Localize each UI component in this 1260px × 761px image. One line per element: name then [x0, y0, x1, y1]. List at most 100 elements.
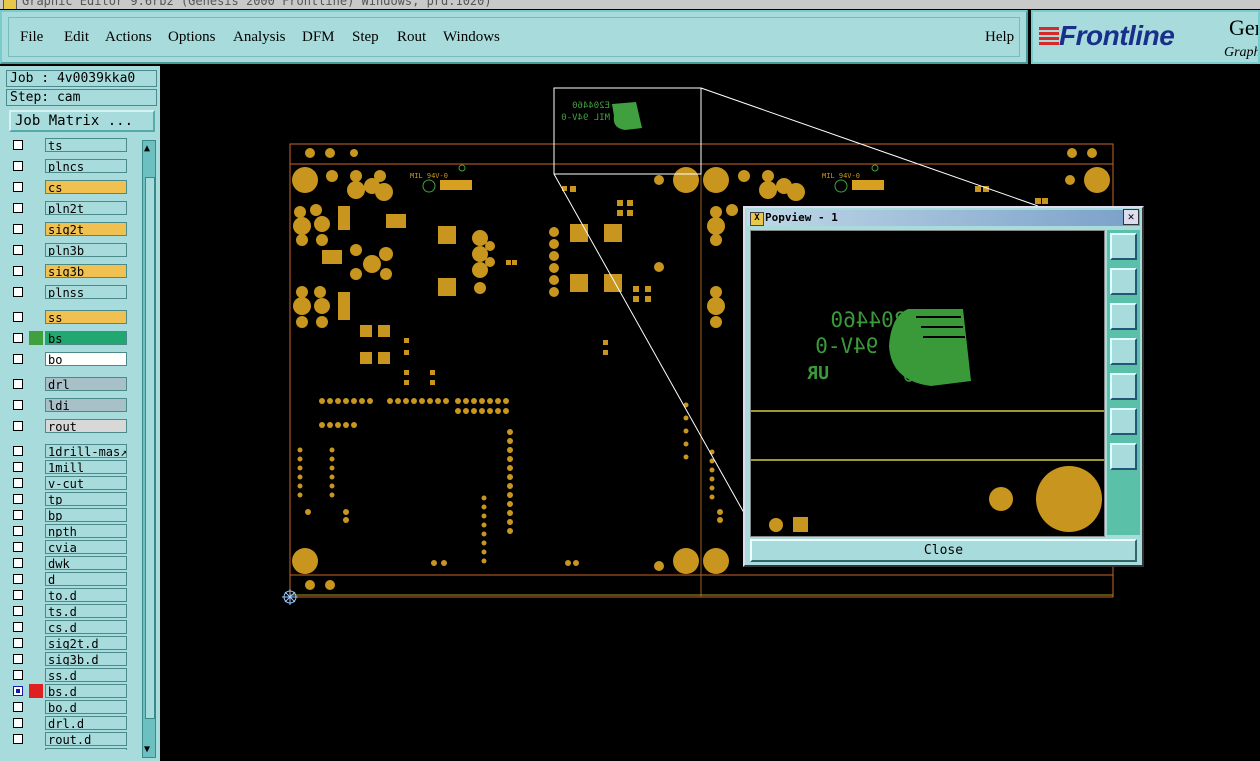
- layer-checkbox[interactable]: [13, 140, 23, 150]
- layer-name[interactable]: drl.d: [45, 716, 127, 730]
- layer-checkbox[interactable]: [13, 400, 23, 410]
- layer-name[interactable]: sig2t.d: [45, 636, 127, 650]
- layer-checkbox[interactable]: [13, 161, 23, 171]
- layer-row[interactable]: rout: [6, 419, 130, 435]
- menu-rout[interactable]: Rout: [397, 29, 426, 46]
- layer-name[interactable]: bo: [45, 352, 127, 366]
- layer-row[interactable]: sig2t: [6, 222, 130, 238]
- layer-checkbox[interactable]: [13, 558, 23, 568]
- scroll-down-icon[interactable]: ▼: [144, 744, 150, 755]
- layer-row[interactable]: 1mill: [6, 460, 130, 476]
- scroll-thumb[interactable]: [145, 177, 155, 719]
- layer-row[interactable]: sig3b.d: [6, 652, 130, 668]
- job-matrix-button[interactable]: Job Matrix ...: [9, 110, 155, 132]
- layer-name[interactable]: drl: [45, 377, 127, 391]
- layer-name[interactable]: to.d: [45, 588, 127, 602]
- menu-file[interactable]: File: [20, 29, 43, 46]
- layer-checkbox[interactable]: [13, 462, 23, 472]
- menu-analysis[interactable]: Analysis: [233, 29, 286, 46]
- layer-checkbox[interactable]: [13, 510, 23, 520]
- layer-row[interactable]: ts: [6, 138, 130, 154]
- layer-row[interactable]: to.d: [6, 588, 130, 604]
- layer-name[interactable]: sig3b: [45, 264, 127, 278]
- layer-name[interactable]: 1drill-mas↗: [45, 444, 127, 458]
- layer-row[interactable]: pln3b: [6, 243, 130, 259]
- layer-name[interactable]: sig3b.d: [45, 652, 127, 666]
- layer-checkbox[interactable]: [13, 702, 23, 712]
- popview-canvas[interactable]: E204460 MIL 94V-0 UR: [750, 230, 1105, 537]
- menu-options[interactable]: Options: [168, 29, 216, 46]
- popview-close-button[interactable]: Close: [750, 539, 1137, 562]
- layer-row[interactable]: pln2t: [6, 201, 130, 217]
- layer-row[interactable]: bo: [6, 352, 130, 368]
- layer-row[interactable]: npth: [6, 524, 130, 540]
- layer-name[interactable]: ldi: [45, 398, 127, 412]
- layer-name[interactable]: plnss: [45, 285, 127, 299]
- layer-checkbox[interactable]: [13, 590, 23, 600]
- layer-name[interactable]: cs.d: [45, 620, 127, 634]
- layer-row[interactable]: cvia: [6, 540, 130, 556]
- layer-row[interactable]: ss.d: [6, 668, 130, 684]
- layer-checkbox[interactable]: [13, 224, 23, 234]
- menu-windows[interactable]: Windows: [443, 29, 500, 46]
- layer-checkbox[interactable]: [13, 654, 23, 664]
- layer-checkbox[interactable]: [13, 718, 23, 728]
- layer-checkbox[interactable]: [13, 421, 23, 431]
- layer-row[interactable]: ss: [6, 310, 130, 326]
- layer-checkbox[interactable]: [13, 333, 23, 343]
- layer-row[interactable]: tp: [6, 492, 130, 508]
- layer-name[interactable]: cvia: [45, 540, 127, 554]
- layer-row[interactable]: sig2t.d: [6, 636, 130, 652]
- layer-row[interactable]: bo.d: [6, 700, 130, 716]
- layer-row[interactable]: ts.d: [6, 604, 130, 620]
- layer-color-swatch[interactable]: [29, 684, 43, 698]
- layer-checkbox[interactable]: [13, 245, 23, 255]
- layer-name[interactable]: rout.d: [45, 732, 127, 746]
- menu-dfm[interactable]: DFM: [302, 29, 335, 46]
- layer-name[interactable]: rout: [45, 419, 127, 433]
- layer-row[interactable]: bs: [6, 331, 130, 347]
- pan-down-icon[interactable]: [1110, 303, 1137, 330]
- layer-row[interactable]: drill-mask↗: [6, 748, 130, 750]
- pan-up-icon[interactable]: [1110, 268, 1137, 295]
- layer-checkbox[interactable]: [13, 542, 23, 552]
- layer-name[interactable]: drill-mask↗: [45, 748, 127, 750]
- layer-row[interactable]: bs.d: [6, 684, 130, 700]
- layer-checkbox[interactable]: [13, 606, 23, 616]
- layer-checkbox[interactable]: [13, 266, 23, 276]
- layer-checkbox[interactable]: [13, 379, 23, 389]
- zoom-in-icon[interactable]: [1110, 408, 1137, 435]
- layer-name[interactable]: d: [45, 572, 127, 586]
- layer-name[interactable]: npth: [45, 524, 127, 538]
- layer-color-swatch[interactable]: [29, 331, 43, 345]
- layer-row[interactable]: bp: [6, 508, 130, 524]
- layer-checkbox[interactable]: [13, 574, 23, 584]
- close-icon[interactable]: ✕: [1123, 209, 1139, 225]
- layer-name[interactable]: tp: [45, 492, 127, 506]
- layer-name[interactable]: 1mill: [45, 460, 127, 474]
- zoom-fit-icon[interactable]: [1110, 233, 1137, 260]
- layer-checkbox[interactable]: [13, 494, 23, 504]
- menu-edit[interactable]: Edit: [64, 29, 89, 46]
- menu-step[interactable]: Step: [352, 29, 379, 46]
- layer-name[interactable]: ts.d: [45, 604, 127, 618]
- layer-checkbox[interactable]: [13, 312, 23, 322]
- layer-name[interactable]: ts: [45, 138, 127, 152]
- layer-checkbox[interactable]: [13, 670, 23, 680]
- scroll-up-icon[interactable]: ▲: [144, 143, 150, 154]
- layer-row[interactable]: d: [6, 572, 130, 588]
- layer-name[interactable]: pln3b: [45, 243, 127, 257]
- layer-name[interactable]: pln2t: [45, 201, 127, 215]
- layer-checkbox[interactable]: [13, 734, 23, 744]
- layer-checkbox[interactable]: [13, 203, 23, 213]
- layer-row[interactable]: dwk: [6, 556, 130, 572]
- menu-help[interactable]: Help: [985, 29, 1014, 46]
- layer-checkbox[interactable]: [13, 182, 23, 192]
- layer-name[interactable]: bp: [45, 508, 127, 522]
- layer-checkbox[interactable]: [13, 526, 23, 536]
- layer-name[interactable]: bs.d: [45, 684, 127, 698]
- layer-checkbox[interactable]: [13, 287, 23, 297]
- layer-scrollbar[interactable]: ▲ ▼: [142, 140, 156, 758]
- layer-checkbox[interactable]: [13, 686, 23, 696]
- pan-left-icon[interactable]: [1110, 338, 1137, 365]
